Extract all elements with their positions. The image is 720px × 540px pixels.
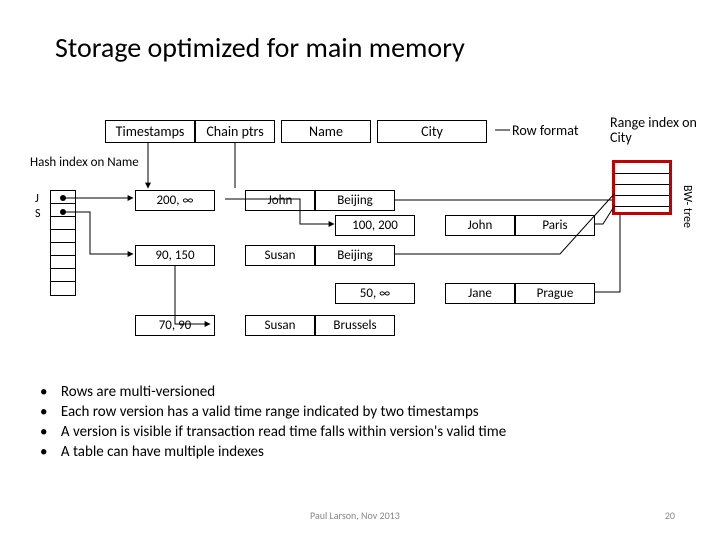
bw-tree-label: BW- tree (680, 185, 694, 228)
bucket-dot-j (60, 195, 66, 201)
col-name: Name (281, 120, 371, 143)
r4-name: Jane (445, 283, 515, 304)
bullet-4: A table can have multiple indexes (55, 443, 506, 461)
range-index-label: Range index on City (610, 115, 720, 146)
bullet-list: Rows are multi-versioned Each row versio… (55, 383, 506, 463)
bullet-2: Each row version has a valid time range … (55, 403, 506, 421)
bucket-s-label: S (35, 207, 41, 221)
r4-city: Prague (515, 283, 595, 304)
r5-ts: 70, 90 (135, 315, 215, 336)
r5-city: Brussels (315, 315, 395, 336)
bucket-dot-s (60, 209, 66, 215)
r5-name: Susan (245, 315, 315, 336)
record-5: 70, 90 Susan Brussels (135, 315, 395, 336)
bullet-1: Rows are multi-versioned (55, 383, 506, 401)
record-header-row: Timestamps Chain ptrs Name City (105, 120, 487, 143)
r1-city: Beijing (315, 190, 395, 211)
record-4: 50, ∞ Jane Prague (335, 283, 595, 304)
r2-city: Paris (515, 215, 595, 236)
col-city: City (377, 120, 487, 143)
col-chain-ptrs: Chain ptrs (195, 120, 275, 143)
record-1: 200, ∞ John Beijing (135, 190, 395, 211)
r3-city: Beijing (315, 245, 395, 266)
record-3: 90, 150 Susan Beijing (135, 245, 395, 266)
range-index-box (612, 160, 672, 215)
r3-ts: 90, 150 (135, 245, 215, 266)
citation: Paul Larson, Nov 2013 (310, 509, 400, 522)
record-2: 100, 200 John Paris (335, 215, 595, 236)
r3-name: Susan (245, 245, 315, 266)
r1-ts: 200, ∞ (135, 190, 215, 211)
r2-ts: 100, 200 (335, 215, 415, 236)
bucket-j-label: J (35, 192, 39, 206)
hash-index-label: Hash index on Name (30, 156, 139, 170)
r4-ts: 50, ∞ (335, 283, 415, 304)
slide-title: Storage optimized for main memory (55, 30, 465, 65)
col-timestamps: Timestamps (105, 120, 195, 143)
page-number: 20 (665, 509, 675, 522)
row-format-label: Row format (512, 122, 579, 139)
r1-name: John (245, 190, 315, 211)
bullet-3: A version is visible if transaction read… (55, 423, 506, 441)
hash-bucket-array (50, 190, 76, 296)
r2-name: John (445, 215, 515, 236)
